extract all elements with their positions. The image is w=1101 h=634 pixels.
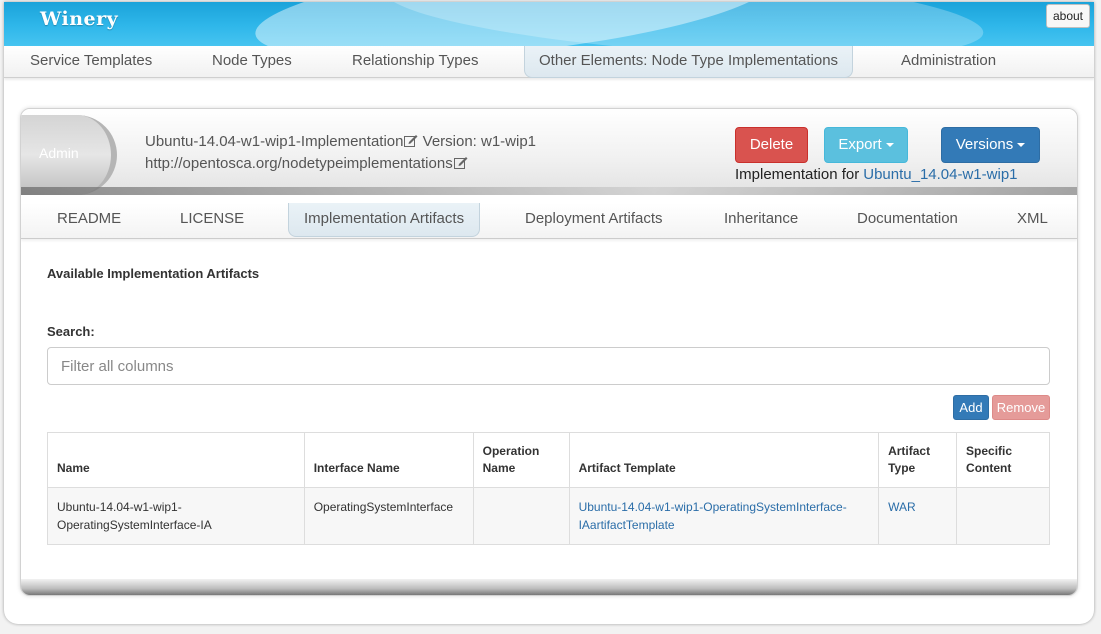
header-banner: Winery about xyxy=(4,2,1094,46)
tab-deployment-artifacts[interactable]: Deployment Artifacts xyxy=(525,203,663,237)
tab-license[interactable]: LICENSE xyxy=(180,203,244,237)
implementation-for: Implementation for Ubuntu_14.04-w1-wip1 xyxy=(735,166,1018,183)
namespace-text: http://opentosca.org/nodetypeimplementat… xyxy=(145,155,453,172)
main-nav: Service Templates Node Types Relationshi… xyxy=(4,46,1094,78)
column-header-operation-name[interactable]: Operation Name xyxy=(472,432,570,488)
table-row[interactable]: Ubuntu-​14.04-​w1-​wip1-​OperatingSystem… xyxy=(47,487,1050,545)
app-logo[interactable]: Winery xyxy=(40,8,118,30)
search-label: Search: xyxy=(47,324,95,339)
add-button[interactable]: Add xyxy=(953,395,989,420)
tab-relationship-types[interactable]: Relationship Types xyxy=(352,46,478,78)
export-button[interactable]: Export xyxy=(824,127,908,163)
caret-down-icon xyxy=(885,143,894,147)
tab-administration[interactable]: Administration xyxy=(901,46,996,78)
tab-service-templates[interactable]: Service Templates xyxy=(30,46,152,78)
implementation-for-label: Implementation for xyxy=(735,166,860,183)
implementation-card: Admin Ubuntu-14.04-w1-wip1-Implementatio… xyxy=(20,108,1078,596)
column-header-artifact-type[interactable]: Artifact Type xyxy=(878,432,958,488)
column-header-name[interactable]: Name xyxy=(47,432,305,488)
edit-name-icon[interactable] xyxy=(404,134,418,147)
implementation-namespace: http://opentosca.org/nodetypeimplementat… xyxy=(145,155,468,172)
cell-artifact-type: WAR xyxy=(878,487,958,545)
artifact-type-link[interactable]: WAR xyxy=(888,500,916,514)
column-header-artifact-template[interactable]: Artifact Template xyxy=(568,432,880,488)
tab-xml[interactable]: XML xyxy=(1017,203,1048,237)
cell-name: Ubuntu-​14.04-​w1-​wip1-​OperatingSystem… xyxy=(47,487,305,545)
tab-readme[interactable]: README xyxy=(57,203,121,237)
card-footer-decoration xyxy=(21,579,1077,595)
implementation-for-link[interactable]: Ubuntu_14.04-w1-wip1 xyxy=(863,166,1017,183)
admin-badge-label: Admin xyxy=(39,145,79,161)
implementation-version[interactable]: Version: w1-wip1 xyxy=(423,133,536,150)
versions-button[interactable]: Versions xyxy=(941,127,1040,163)
versions-button-label: Versions xyxy=(955,136,1014,153)
tab-node-types[interactable]: Node Types xyxy=(212,46,292,78)
cell-artifact-template: Ubuntu-​14.04-​w1-​wip1-​OperatingSystem… xyxy=(568,487,880,545)
caret-down-icon xyxy=(1017,143,1026,147)
about-button[interactable]: about xyxy=(1045,4,1090,28)
header-swoosh-decoration xyxy=(21,187,1077,195)
card-header: Admin Ubuntu-14.04-w1-wip1-Implementatio… xyxy=(21,109,1077,195)
tab-documentation[interactable]: Documentation xyxy=(857,203,958,237)
winery-window: Winery about Service Templates Node Type… xyxy=(4,2,1094,624)
edit-namespace-icon[interactable] xyxy=(453,156,468,169)
column-header-interface-name[interactable]: Interface Name xyxy=(303,432,474,488)
implementation-title: Ubuntu-14.04-w1-wip1-Implementation Vers… xyxy=(145,133,536,150)
export-button-label: Export xyxy=(838,136,882,153)
sub-nav: README LICENSE Implementation Artifacts … xyxy=(21,203,1077,239)
artifacts-table: Name Interface Name Operation Name Artif… xyxy=(47,432,1050,545)
search-input[interactable] xyxy=(47,347,1050,385)
remove-button[interactable]: Remove xyxy=(992,395,1050,420)
delete-button[interactable]: Delete xyxy=(735,127,808,163)
table-header-row: Name Interface Name Operation Name Artif… xyxy=(47,432,1050,488)
tab-implementation-artifacts[interactable]: Implementation Artifacts xyxy=(288,203,481,237)
column-header-specific-content[interactable]: Specific Content xyxy=(956,432,1050,488)
cell-interface-name: OperatingSystemInterface xyxy=(303,487,474,545)
cell-operation-name xyxy=(472,487,570,545)
implementation-name: Ubuntu-14.04-w1-wip1-Implementation xyxy=(145,133,404,150)
artifact-template-link[interactable]: Ubuntu-​14.04-​w1-​wip1-​OperatingSystem… xyxy=(579,500,847,532)
cell-specific-content xyxy=(956,487,1050,545)
section-title: Available Implementation Artifacts xyxy=(47,266,260,281)
tab-other-elements[interactable]: Other Elements: Node Type Implementation… xyxy=(524,46,854,78)
tab-inheritance[interactable]: Inheritance xyxy=(724,203,798,237)
